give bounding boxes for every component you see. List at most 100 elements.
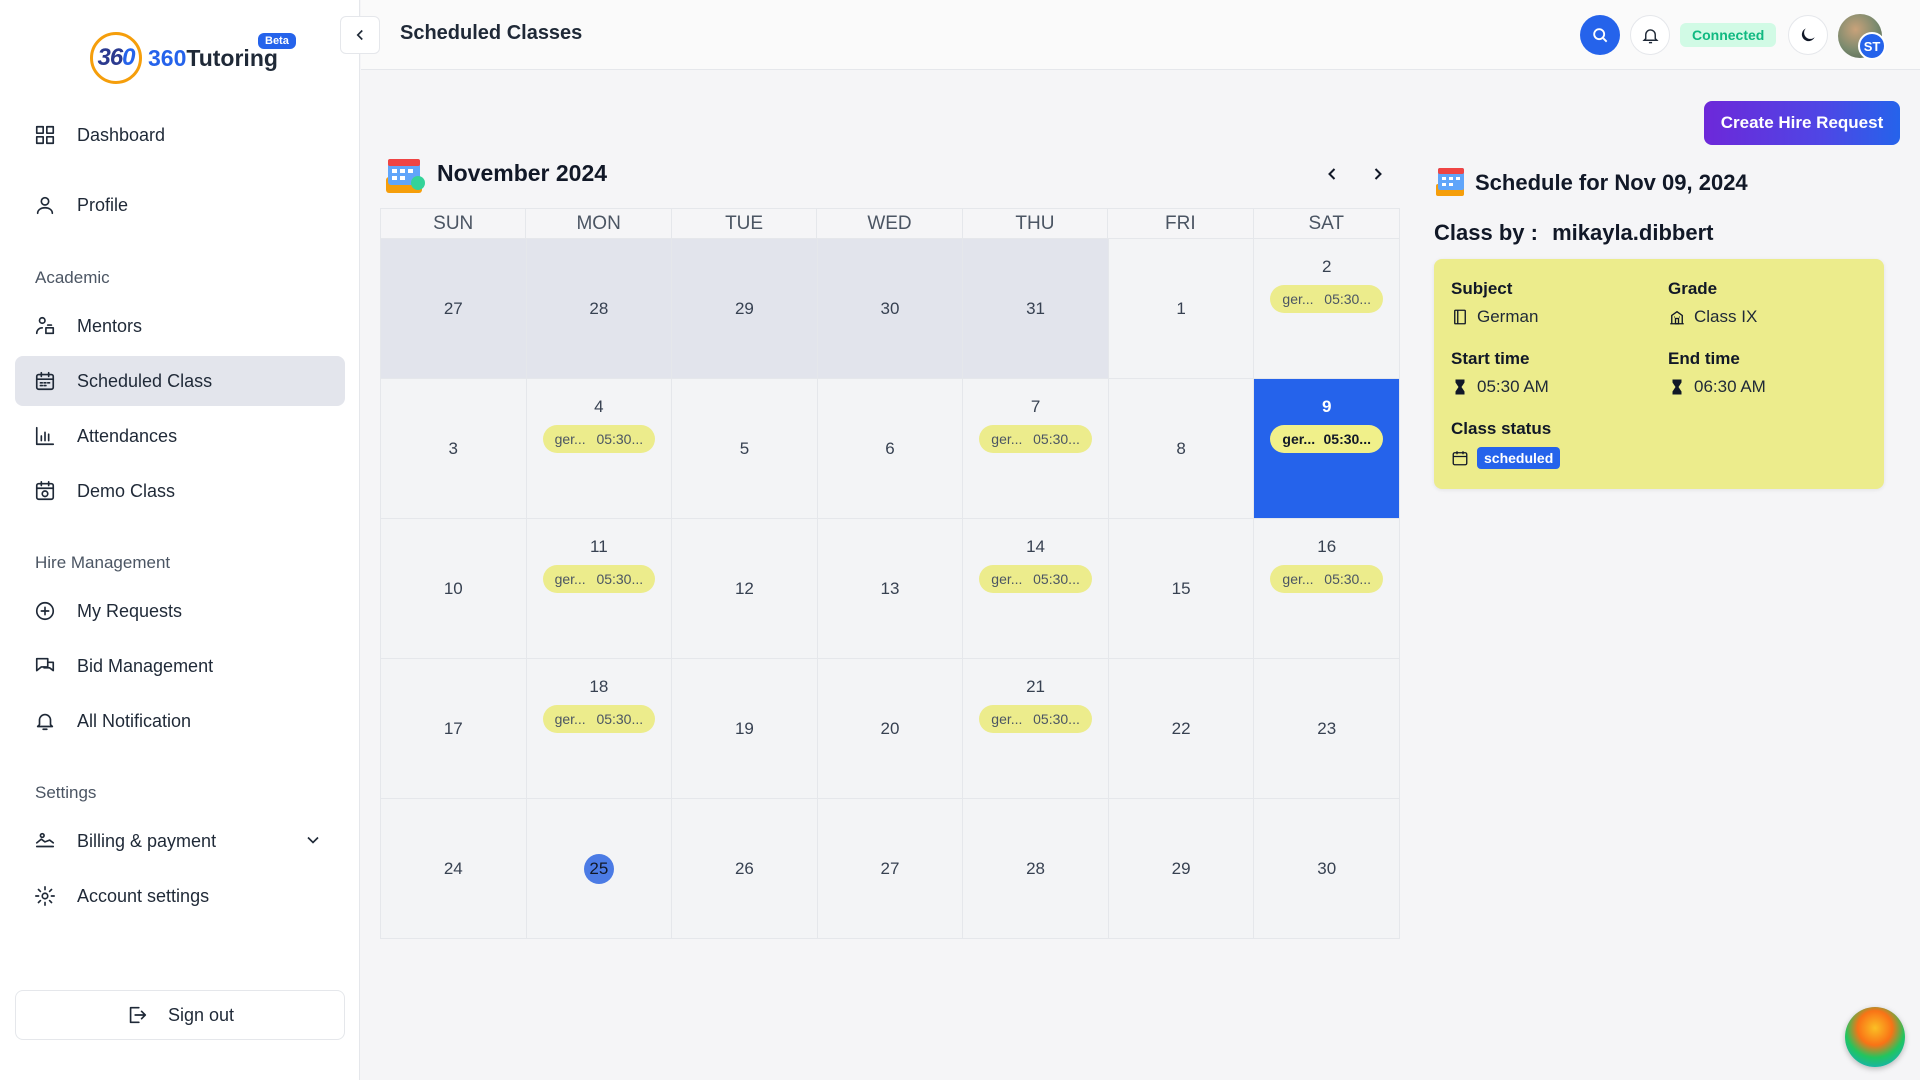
event-subject: ger... [1282, 571, 1314, 587]
sidebar-item-profile[interactable]: Profile [15, 180, 345, 230]
calendar-day-cell[interactable]: 29 [1108, 799, 1255, 939]
day-number: 9 [1321, 397, 1332, 416]
class-event-pill[interactable]: ger... 05:30... [542, 705, 656, 733]
event-time: 05:30... [1324, 571, 1371, 587]
calendar-grid: 27 28 29 30 31 1 2 ger... 05:30... 3 4 ger... 05:30.… [380, 238, 1400, 939]
section-title-academic: Academic [35, 268, 110, 287]
calendar-day-cell[interactable]: 7 ger... 05:30... [963, 379, 1109, 519]
class-event-pill[interactable]: ger... 05:30... [542, 425, 656, 453]
weekday-label: WED [817, 209, 963, 239]
day-number: 17 [443, 718, 463, 738]
weekday-label: FRI [1108, 209, 1254, 239]
calendar-day-cell[interactable]: 16 ger... 05:30... [1254, 519, 1400, 659]
beta-badge: Beta [258, 33, 296, 49]
day-number: 30 [1317, 858, 1337, 878]
sidebar-item-account-settings[interactable]: Account settings [15, 871, 345, 921]
calendar-day-cell[interactable]: 27 [817, 799, 964, 939]
mentors-icon [33, 314, 57, 338]
calendar-day-cell[interactable]: 6 [817, 379, 964, 519]
day-number: 5 [739, 438, 750, 458]
calendar-day-cell[interactable]: 27 [381, 239, 527, 379]
calendar-day-cell[interactable]: 29 [672, 239, 818, 379]
sidebar-item-my-requests[interactable]: My Requests [15, 586, 345, 636]
subject-value: German [1451, 307, 1538, 327]
event-time: 05:30... [1033, 571, 1080, 587]
calendar-day-cell[interactable]: 1 [1108, 239, 1255, 379]
start-time-label: Start time [1451, 349, 1530, 368]
calendar-day-cell[interactable]: 4 ger... 05:30... [526, 379, 673, 519]
next-month-button[interactable] [1364, 160, 1392, 188]
calendar-day-cell[interactable]: 24 [381, 799, 527, 939]
sidebar-item-label: Billing & payment [77, 830, 217, 851]
sidebar-item-billing[interactable]: Billing & payment [15, 816, 345, 866]
sign-out-button[interactable]: Sign out [15, 990, 345, 1040]
calendar-day-cell[interactable]: 30 [817, 239, 964, 379]
calendar-day-cell[interactable]: 28 [963, 799, 1109, 939]
chevron-down-icon[interactable] [303, 830, 323, 855]
schedule-illustration-icon [1436, 168, 1464, 196]
day-number: 3 [448, 438, 459, 458]
calendar-day-cell[interactable]: 17 [381, 659, 527, 799]
calendar-day-cell[interactable]: 30 [1254, 799, 1400, 939]
calendar-day-cell[interactable]: 25 [526, 799, 673, 939]
sidebar-item-all-notification[interactable]: All Notification [15, 696, 345, 746]
class-event-pill[interactable]: ger... 05:30... [979, 425, 1092, 453]
sidebar-item-scheduled-class[interactable]: Scheduled Class [15, 356, 345, 406]
sidebar-item-attendances[interactable]: Attendances [15, 411, 345, 461]
class-event-pill[interactable]: ger... 05:30... [979, 565, 1092, 593]
book-icon [1454, 309, 1466, 325]
search-button[interactable] [1580, 15, 1620, 55]
calendar-day-cell[interactable]: 20 [817, 659, 964, 799]
calendar-day-cell[interactable]: 2 ger... 05:30... [1254, 239, 1400, 379]
collapse-sidebar-button[interactable] [340, 16, 380, 54]
calendar-day-cell[interactable]: 8 [1108, 379, 1255, 519]
event-time: 05:30... [596, 711, 644, 727]
calendar-day-cell[interactable]: 31 [963, 239, 1109, 379]
day-number: 4 [594, 397, 604, 416]
calendar-day-cell[interactable]: 23 [1254, 659, 1400, 799]
calendar-day-cell[interactable]: 26 [672, 799, 818, 939]
sidebar-item-label: Mentors [77, 315, 143, 336]
day-number: 2 [1321, 257, 1332, 276]
calendar-day-cell[interactable]: 21 ger... 05:30... [963, 659, 1109, 799]
create-hire-request-button[interactable]: Create Hire Request [1704, 101, 1900, 145]
calendar-day-cell[interactable]: 13 [817, 519, 964, 659]
day-number: 28 [589, 298, 609, 318]
event-subject: ger... [991, 711, 1023, 727]
brand-logo[interactable]: 36 0 360Tutoring Beta [90, 30, 296, 86]
moon-icon [1801, 28, 1815, 42]
sidebar-item-dashboard[interactable]: Dashboard [15, 110, 345, 160]
calendar-day-cell[interactable]: 15 [1108, 519, 1255, 659]
sidebar-item-mentors[interactable]: Mentors [15, 301, 345, 351]
section-title-settings: Settings [35, 783, 97, 802]
class-event-pill[interactable]: ger... 05:30... [1270, 425, 1383, 453]
class-event-pill[interactable]: ger... 05:30... [979, 705, 1092, 733]
event-time: 05:30... [1323, 431, 1371, 447]
sidebar-item-bid-management[interactable]: Bid Management [15, 641, 345, 691]
event-time: 05:30... [1033, 711, 1080, 727]
day-number: 27 [880, 858, 900, 878]
sidebar-item-label: My Requests [77, 600, 183, 621]
calendar-day-cell[interactable]: 14 ger... 05:30... [963, 519, 1109, 659]
notifications-button[interactable] [1630, 15, 1670, 55]
calendar-day-cell[interactable]: 3 [381, 379, 527, 519]
start-time-value: 05:30 AM [1451, 377, 1549, 397]
class-event-pill[interactable]: ger... 05:30... [1270, 285, 1383, 313]
class-event-pill[interactable]: ger... 05:30... [1270, 565, 1383, 593]
calendar-day-cell[interactable]: 5 [672, 379, 818, 519]
day-number: 31 [1026, 298, 1046, 318]
calendar-day-cell[interactable]: 19 [672, 659, 818, 799]
calendar-day-cell[interactable]: 10 [381, 519, 527, 659]
sidebar-item-label: All Notification [77, 710, 192, 731]
calendar-day-cell[interactable]: 11 ger... 05:30... [526, 519, 673, 659]
calendar-day-cell[interactable]: 12 [672, 519, 818, 659]
floating-app-button[interactable] [1845, 1007, 1905, 1067]
calendar-day-cell[interactable]: 9 ger... 05:30... [1254, 379, 1400, 519]
sidebar-item-demo-class[interactable]: Demo Class [15, 466, 345, 516]
calendar-day-cell[interactable]: 22 [1108, 659, 1255, 799]
class-event-pill[interactable]: ger... 05:30... [542, 565, 656, 593]
theme-toggle-button[interactable] [1788, 15, 1828, 55]
previous-month-button[interactable] [1318, 160, 1346, 188]
calendar-day-cell[interactable]: 28 [526, 239, 673, 379]
calendar-day-cell[interactable]: 18 ger... 05:30... [526, 659, 673, 799]
